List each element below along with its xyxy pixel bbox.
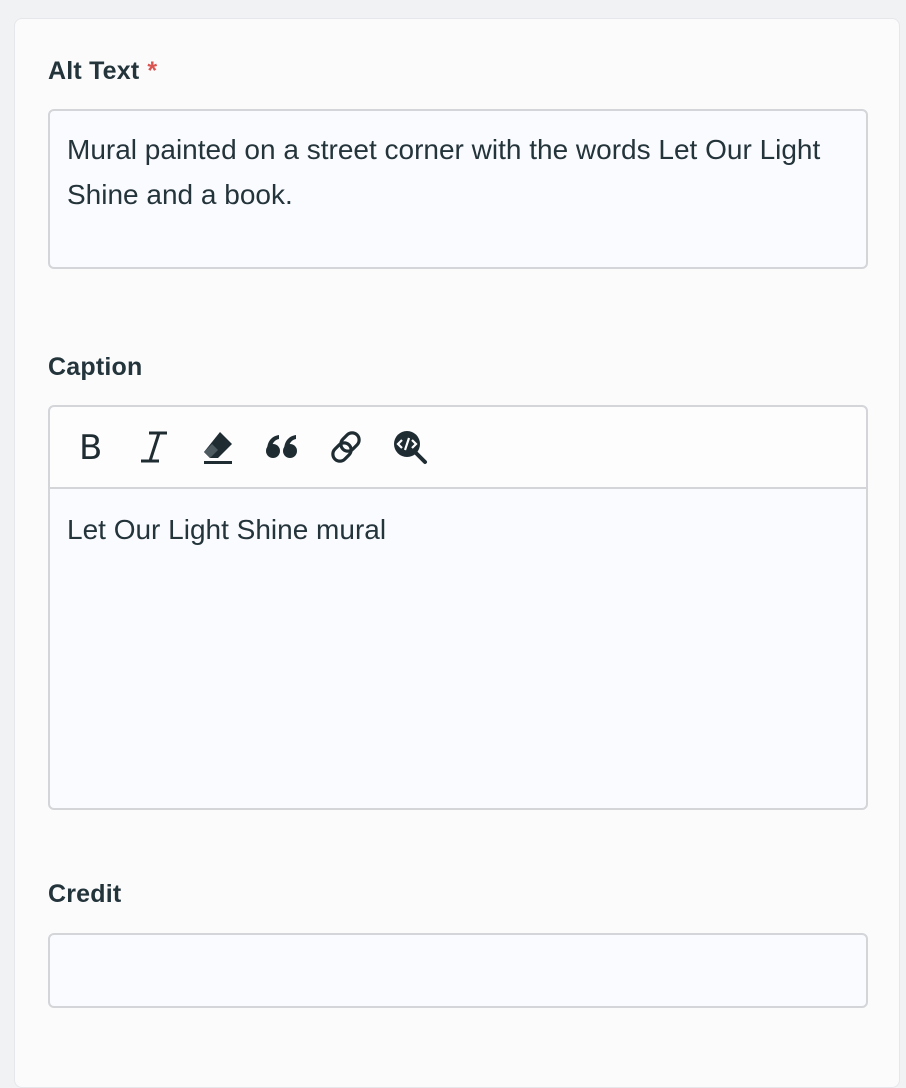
required-marker: * bbox=[147, 57, 158, 85]
form-panel: Alt Text * Mural painted on a street corn… bbox=[14, 18, 900, 1088]
bold-button[interactable]: B bbox=[70, 427, 110, 467]
italic-button[interactable] bbox=[134, 427, 174, 467]
link-button[interactable] bbox=[326, 427, 366, 467]
caption-editor: B Let Our Light Shine mural bbox=[48, 405, 868, 810]
italic-icon bbox=[141, 431, 167, 463]
alt-text-field[interactable]: Mural painted on a street corner with th… bbox=[48, 109, 868, 269]
blockquote-button[interactable] bbox=[262, 427, 302, 467]
bold-icon: B bbox=[79, 429, 102, 465]
source-button[interactable] bbox=[390, 427, 430, 467]
caption-label: Caption bbox=[48, 353, 143, 381]
svg-text:B: B bbox=[79, 429, 102, 465]
eraser-icon bbox=[204, 432, 232, 464]
credit-value[interactable] bbox=[50, 935, 866, 967]
credit-input[interactable] bbox=[48, 933, 868, 1008]
credit-label: Credit bbox=[48, 880, 122, 908]
caption-text-area[interactable]: Let Our Light Shine mural bbox=[50, 489, 866, 570]
caption-toolbar: B bbox=[50, 407, 866, 489]
alt-text-value[interactable]: Mural painted on a street corner with th… bbox=[50, 111, 866, 233]
link-icon bbox=[331, 431, 361, 463]
alt-text-label: Alt Text * bbox=[48, 57, 157, 86]
code-search-icon bbox=[394, 431, 427, 464]
quote-icon bbox=[266, 435, 297, 458]
alt-text-label-text: Alt Text bbox=[48, 57, 140, 85]
clear-format-button[interactable] bbox=[198, 427, 238, 467]
